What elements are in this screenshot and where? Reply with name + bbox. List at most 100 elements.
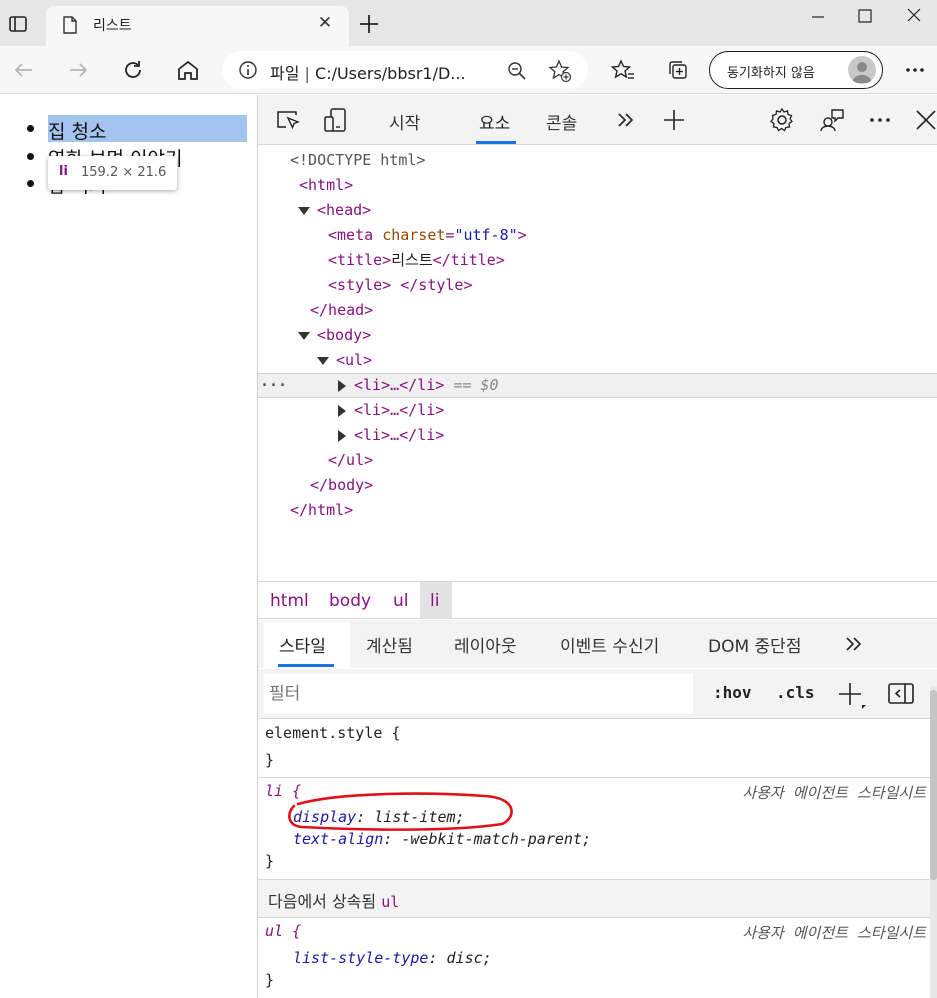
rule-close-brace: } bbox=[265, 971, 275, 989]
favorites-icon[interactable] bbox=[609, 56, 637, 84]
tooltip-size: 159.2 × 21.6 bbox=[81, 165, 167, 180]
collapse-triangle-icon[interactable] bbox=[338, 379, 346, 392]
dom-li[interactable]: <li>…</li> bbox=[338, 423, 444, 448]
rule-close-brace: } bbox=[265, 751, 275, 769]
avatar bbox=[848, 56, 876, 84]
refresh-icon[interactable] bbox=[119, 56, 147, 84]
tab-elements[interactable]: 요소 bbox=[479, 109, 510, 134]
customize-menu-icon[interactable] bbox=[866, 106, 894, 134]
breadcrumb: html body ul li bbox=[258, 581, 937, 619]
ul-list-style-property[interactable]: list-style-type: disc; bbox=[293, 949, 492, 967]
dom-body-open[interactable]: <body> bbox=[298, 323, 371, 348]
dom-doctype[interactable]: <!DOCTYPE html> bbox=[290, 148, 425, 173]
address-bar[interactable]: 파일 | C:/Users/bbsr1/D... bbox=[222, 51, 588, 89]
collapse-triangle-icon[interactable] bbox=[338, 404, 346, 417]
tab-styles[interactable]: 스타일 bbox=[279, 632, 326, 657]
dom-html-open[interactable]: <html> bbox=[299, 173, 353, 198]
dom-head-open[interactable]: <head> bbox=[298, 198, 371, 223]
user-agent-label: 사용자 에이전트 스타일시트 bbox=[742, 784, 926, 802]
dom-li[interactable]: <li>…</li> bbox=[338, 398, 444, 423]
maximize-icon[interactable] bbox=[842, 2, 888, 30]
tab-title: 리스트 bbox=[93, 18, 132, 34]
more-tabs-icon[interactable] bbox=[612, 106, 640, 134]
gear-icon[interactable] bbox=[768, 106, 796, 134]
close-tab-icon[interactable]: ✕ bbox=[314, 12, 336, 34]
home-icon[interactable] bbox=[174, 56, 202, 84]
dom-tree: <!DOCTYPE html> <html> <head> <meta char… bbox=[258, 146, 937, 580]
breadcrumb-html[interactable]: html bbox=[270, 591, 309, 611]
dom-head-close[interactable]: </head> bbox=[310, 298, 373, 323]
info-icon[interactable] bbox=[238, 60, 258, 80]
breadcrumb-body[interactable]: body bbox=[329, 591, 371, 611]
expand-triangle-icon[interactable] bbox=[317, 356, 329, 365]
dom-title[interactable]: <title>리스트</title> bbox=[328, 248, 505, 273]
close-devtools-icon[interactable] bbox=[912, 106, 937, 134]
rule-separator bbox=[258, 879, 930, 880]
feedback-icon[interactable] bbox=[818, 106, 846, 134]
list-bullet bbox=[27, 125, 34, 132]
expand-triangle-icon[interactable] bbox=[298, 206, 310, 215]
styles-scrollbar-thumb[interactable] bbox=[930, 690, 937, 880]
inspect-tooltip: li 159.2 × 21.6 bbox=[48, 156, 177, 190]
rule-element-style[interactable]: element.style { bbox=[265, 724, 400, 742]
toggle-sidebar-icon[interactable] bbox=[886, 681, 916, 707]
more-menu-icon[interactable] bbox=[902, 60, 930, 80]
title-bar: 리스트 ✕ bbox=[0, 0, 937, 46]
minimize-icon[interactable] bbox=[795, 2, 841, 30]
close-window-icon[interactable] bbox=[891, 2, 937, 30]
active-tab-indicator bbox=[476, 141, 516, 144]
tab-console[interactable]: 콘솔 bbox=[546, 109, 577, 134]
more-subtabs-icon[interactable] bbox=[840, 630, 868, 658]
annotation-circle bbox=[288, 792, 513, 831]
page-viewport bbox=[0, 95, 257, 998]
add-tool-icon[interactable] bbox=[660, 106, 688, 134]
back-icon[interactable] bbox=[10, 56, 38, 84]
dom-html-close[interactable]: </html> bbox=[290, 498, 353, 523]
list-bullet bbox=[27, 153, 34, 160]
hov-toggle[interactable]: :hov bbox=[713, 683, 752, 702]
collapse-triangle-icon[interactable] bbox=[338, 429, 346, 442]
filter-input[interactable] bbox=[264, 674, 693, 714]
tab-computed[interactable]: 계산됨 bbox=[366, 632, 413, 657]
collections-icon[interactable] bbox=[664, 56, 692, 84]
dom-li-selected[interactable]: <li>…</li> == $0 bbox=[338, 373, 499, 398]
styles-pane-tabs: 스타일 계산됨 레이아웃 이벤트 수신기 DOM 중단점 bbox=[258, 620, 937, 668]
add-favorite-icon[interactable] bbox=[548, 59, 572, 83]
dom-ul-open[interactable]: <ul> bbox=[317, 348, 372, 373]
address-text: 파일 | C:/Users/bbsr1/D... bbox=[270, 60, 466, 84]
device-emulation-icon[interactable] bbox=[322, 106, 350, 134]
navigation-toolbar: 파일 | C:/Users/bbsr1/D... 동기화하지 않음 bbox=[0, 46, 937, 94]
breadcrumb-li[interactable]: li bbox=[430, 591, 439, 611]
inspect-element-icon[interactable] bbox=[274, 106, 302, 134]
browser-tab[interactable]: 리스트 ✕ bbox=[46, 6, 349, 46]
new-style-rule-icon[interactable] bbox=[836, 679, 868, 711]
tab-layout[interactable]: 레이아웃 bbox=[454, 632, 517, 657]
dom-meta[interactable]: <meta charset="utf-8"> bbox=[328, 223, 527, 248]
new-tab-icon[interactable] bbox=[355, 10, 383, 38]
expand-triangle-icon[interactable] bbox=[298, 331, 310, 340]
tab-event-listeners[interactable]: 이벤트 수신기 bbox=[560, 632, 659, 657]
inherited-from-link[interactable]: ul bbox=[381, 893, 399, 911]
rule-ul-selector[interactable]: ul { bbox=[265, 922, 301, 940]
dom-style[interactable]: <style> </style> bbox=[328, 273, 473, 298]
active-subtab-indicator bbox=[278, 664, 334, 667]
devtools-header: 시작 요소 콘솔 bbox=[258, 95, 937, 145]
dom-ul-close[interactable]: </ul> bbox=[328, 448, 373, 473]
forward-icon[interactable] bbox=[64, 56, 92, 84]
profile-sync-button[interactable]: 동기화하지 않음 bbox=[709, 51, 883, 89]
rule-separator bbox=[258, 917, 930, 918]
rule-separator bbox=[258, 777, 930, 778]
zoom-out-icon[interactable] bbox=[506, 60, 528, 82]
user-agent-label: 사용자 에이전트 스타일시트 bbox=[742, 924, 926, 942]
list-item: 집 청소 bbox=[48, 121, 107, 143]
rule-close-brace: } bbox=[265, 852, 275, 870]
tab-welcome[interactable]: 시작 bbox=[389, 109, 420, 134]
cls-toggle[interactable]: .cls bbox=[776, 683, 815, 702]
breadcrumb-ul[interactable]: ul bbox=[393, 591, 409, 611]
tooltip-tag: li bbox=[59, 164, 68, 179]
node-actions-icon[interactable]: ··· bbox=[260, 373, 287, 398]
tab-dom-breakpoints[interactable]: DOM 중단점 bbox=[708, 632, 801, 657]
dom-body-close[interactable]: </body> bbox=[310, 473, 373, 498]
address-url: C:/Users/bbsr1/D... bbox=[315, 64, 466, 83]
tab-actions-icon[interactable] bbox=[8, 14, 28, 34]
